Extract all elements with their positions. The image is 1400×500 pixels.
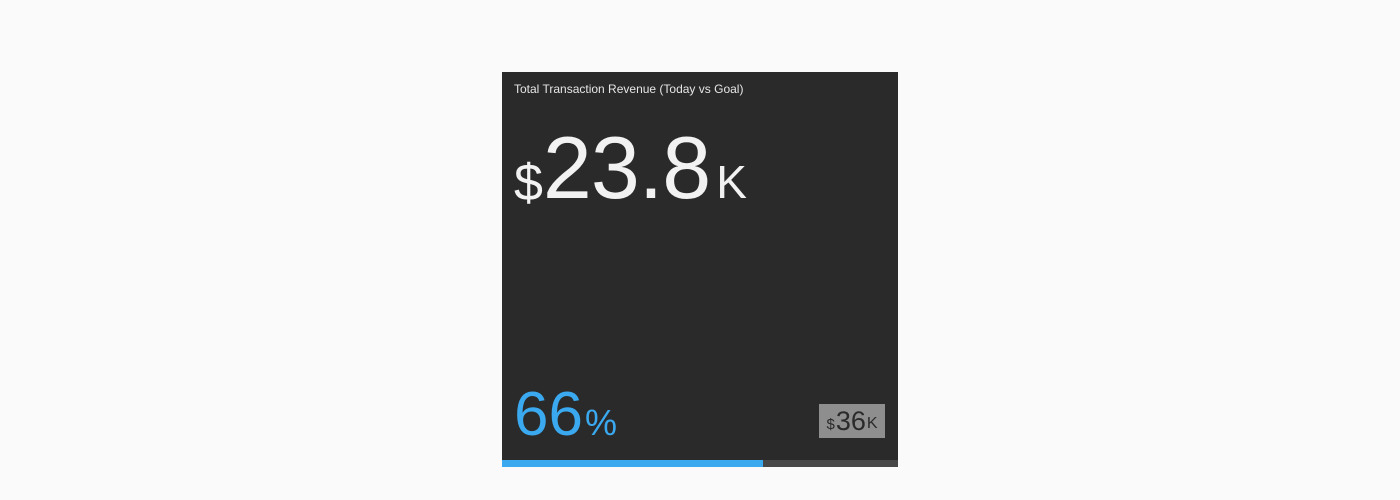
progress-fill	[502, 460, 764, 467]
current-revenue-value: $23.8 K	[514, 124, 747, 212]
current-revenue-currency: $	[514, 154, 543, 212]
revenue-kpi-widget: Total Transaction Revenue (Today vs Goal…	[502, 72, 898, 467]
goal-value-badge: $36 K	[819, 404, 885, 438]
goal-suffix: K	[866, 414, 878, 432]
goal-percent-number: 66	[514, 380, 583, 449]
goal-currency: $	[826, 415, 835, 433]
goal-percent-symbol: %	[584, 402, 617, 443]
goal-percent: 66%	[514, 384, 617, 446]
current-revenue-number: 23.8	[542, 118, 711, 217]
progress-track	[502, 460, 898, 467]
widget-title: Total Transaction Revenue (Today vs Goal…	[514, 82, 744, 96]
goal-number: 36	[835, 405, 866, 436]
current-revenue-suffix: K	[716, 156, 747, 208]
